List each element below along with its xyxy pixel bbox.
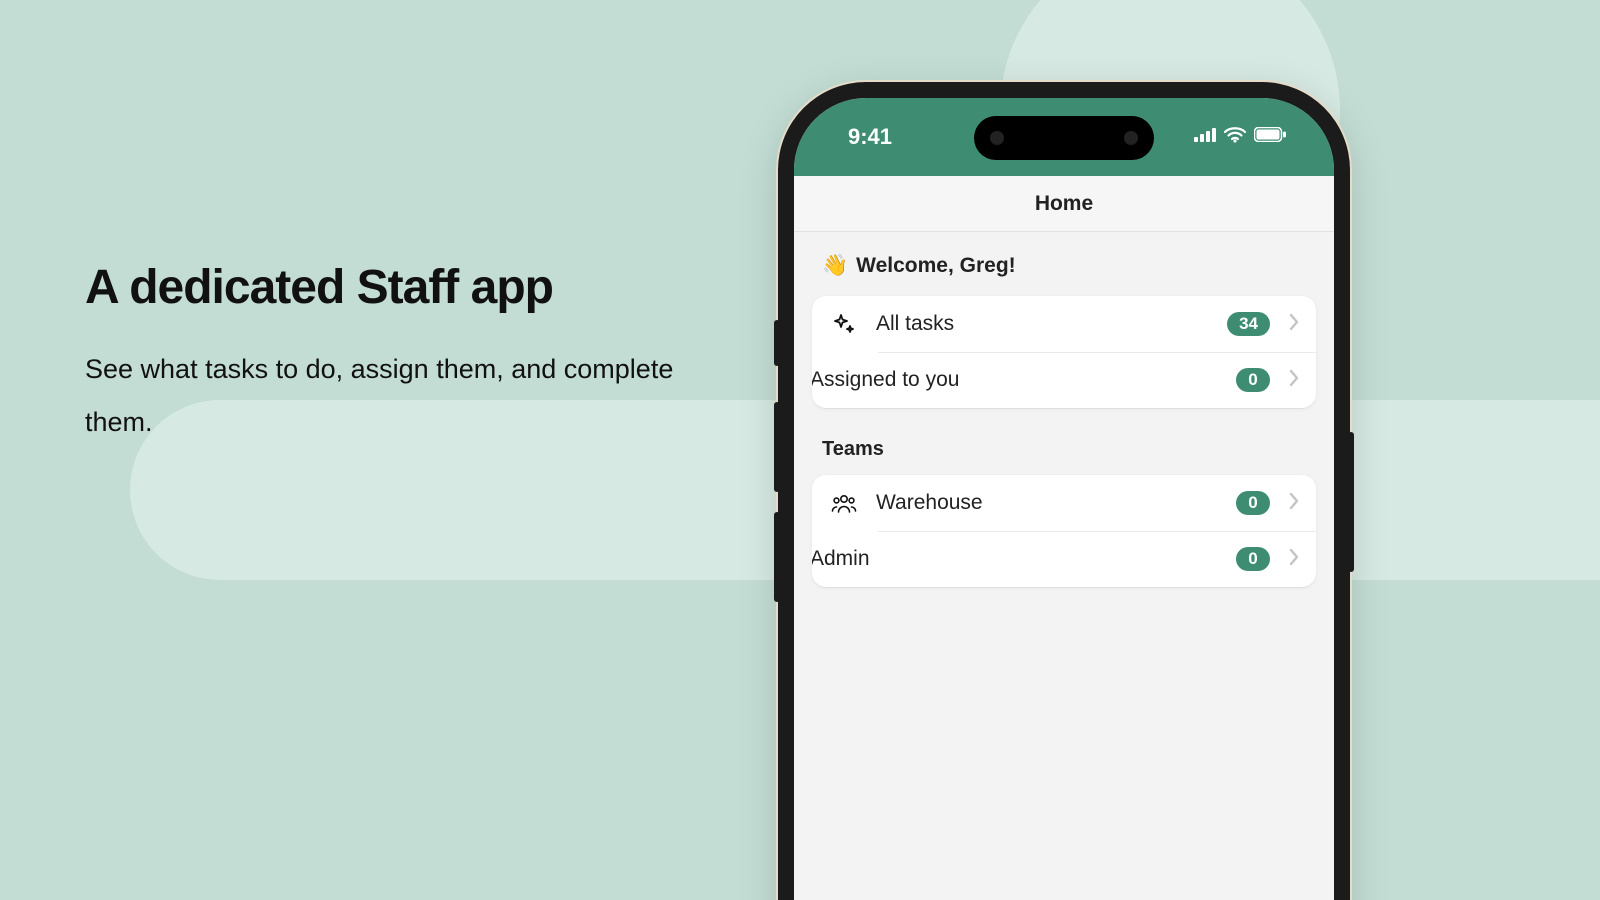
- row-label: Admin: [812, 547, 1218, 571]
- promo-stage: A dedicated Staff app See what tasks to …: [0, 0, 1600, 900]
- marketing-copy: A dedicated Staff app See what tasks to …: [85, 260, 705, 448]
- wifi-icon: [1224, 127, 1246, 148]
- phone-side-button: [774, 512, 780, 602]
- people-icon: [830, 492, 858, 514]
- status-time: 9:41: [848, 124, 892, 150]
- chevron-right-icon: [1288, 369, 1300, 392]
- chevron-right-icon: [1288, 548, 1300, 571]
- teams-heading: Teams: [822, 438, 1316, 461]
- subheadline: See what tasks to do, assign them, and c…: [85, 343, 705, 448]
- nav-header: Home: [794, 176, 1334, 232]
- tasks-card: All tasks 34 Assigned to you 0: [812, 296, 1316, 408]
- welcome-message: 👋 Welcome, Greg!: [822, 254, 1316, 278]
- row-assigned-to-you[interactable]: Assigned to you 0: [812, 352, 1316, 408]
- status-indicators: [1194, 127, 1286, 148]
- phone-frame: 9:41 Home 👋: [778, 82, 1350, 900]
- row-team-warehouse[interactable]: Warehouse 0: [812, 475, 1316, 531]
- welcome-text: Welcome, Greg!: [856, 254, 1016, 278]
- count-badge: 0: [1236, 368, 1270, 392]
- row-label: Warehouse: [876, 491, 1218, 515]
- count-badge: 0: [1236, 491, 1270, 515]
- sparkles-icon: [830, 312, 858, 336]
- wave-emoji-icon: 👋: [822, 254, 848, 278]
- page-title: Home: [1035, 192, 1093, 216]
- phone-screen: 9:41 Home 👋: [794, 98, 1334, 900]
- headline: A dedicated Staff app: [85, 260, 705, 315]
- phone-side-button: [774, 320, 780, 366]
- row-team-admin[interactable]: Admin 0: [812, 531, 1316, 587]
- row-label: Assigned to you: [812, 368, 1218, 392]
- count-badge: 0: [1236, 547, 1270, 571]
- phone-side-button: [774, 402, 780, 492]
- row-label: All tasks: [876, 312, 1209, 336]
- teams-card: Warehouse 0 Admin 0: [812, 475, 1316, 587]
- chevron-right-icon: [1288, 313, 1300, 336]
- phone-side-button: [1348, 432, 1354, 572]
- cellular-icon: [1194, 128, 1216, 147]
- battery-icon: [1254, 127, 1286, 147]
- screen-content: 👋 Welcome, Greg! All tasks 34: [794, 232, 1334, 639]
- row-all-tasks[interactable]: All tasks 34: [812, 296, 1316, 352]
- dynamic-island: [974, 116, 1154, 160]
- count-badge: 34: [1227, 312, 1270, 336]
- chevron-right-icon: [1288, 492, 1300, 515]
